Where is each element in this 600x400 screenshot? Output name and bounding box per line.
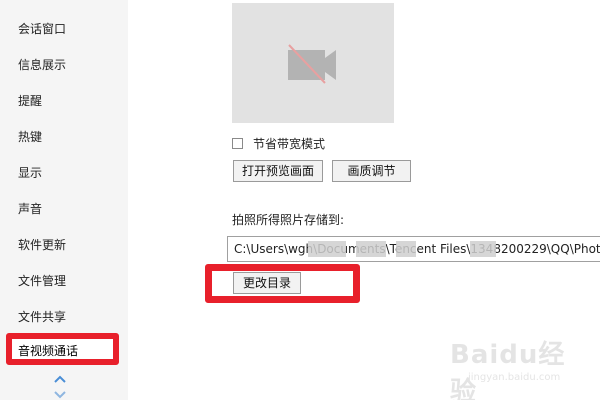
redaction-block [396, 241, 416, 257]
sidebar-item-sound[interactable]: 声音 [18, 201, 42, 217]
bandwidth-saving-row[interactable]: 节省带宽模式 [232, 135, 325, 151]
chevron-up-icon[interactable] [52, 375, 68, 385]
sidebar-item-hotkey[interactable]: 热键 [18, 129, 42, 145]
open-preview-button[interactable]: 打开预览画面 [233, 160, 323, 182]
sidebar-item-file-management[interactable]: 文件管理 [18, 273, 66, 289]
redaction-block [356, 241, 386, 257]
chevron-down-icon[interactable] [52, 390, 68, 400]
camera-off-icon [288, 44, 336, 84]
redaction-block [470, 241, 496, 257]
sidebar-item-info-display[interactable]: 信息展示 [18, 57, 66, 73]
watermark: Baidu经验 jingyan.baidu.com [450, 334, 570, 400]
quality-adjust-button[interactable]: 画质调节 [332, 160, 411, 182]
watermark-text: Baidu经验 [450, 340, 566, 400]
sidebar: 会话窗口 信息展示 提醒 热键 显示 声音 软件更新 文件管理 文件共享 音视频… [0, 0, 128, 400]
save-path-label: 拍照所得照片存储到: [232, 213, 345, 227]
save-path-value: C:\Users\wgh\Documents\Tencent Files\134… [234, 242, 600, 256]
sidebar-item-software-update[interactable]: 软件更新 [18, 237, 66, 253]
bandwidth-saving-checkbox[interactable] [232, 137, 243, 149]
sidebar-item-reminder[interactable]: 提醒 [18, 93, 42, 109]
sidebar-item-file-sharing[interactable]: 文件共享 [18, 309, 66, 325]
sidebar-item-chat-window[interactable]: 会话窗口 [18, 21, 66, 37]
chevron-up-icon-shape [54, 375, 66, 383]
sidebar-item-display[interactable]: 显示 [18, 165, 42, 181]
sidebar-item-av-call[interactable]: 音视频通话 [18, 343, 78, 359]
camera-preview [232, 3, 394, 123]
watermark-url: jingyan.baidu.com [468, 372, 561, 383]
change-directory-button[interactable]: 更改目录 [233, 272, 301, 294]
chevron-down-icon-shape [54, 391, 66, 399]
save-path-field[interactable]: C:\Users\wgh\Documents\Tencent Files\134… [227, 236, 600, 262]
bandwidth-saving-label: 节省带宽模式 [253, 136, 326, 151]
redaction-block [308, 241, 346, 257]
settings-window: 会话窗口 信息展示 提醒 热键 显示 声音 软件更新 文件管理 文件共享 音视频… [0, 0, 600, 400]
